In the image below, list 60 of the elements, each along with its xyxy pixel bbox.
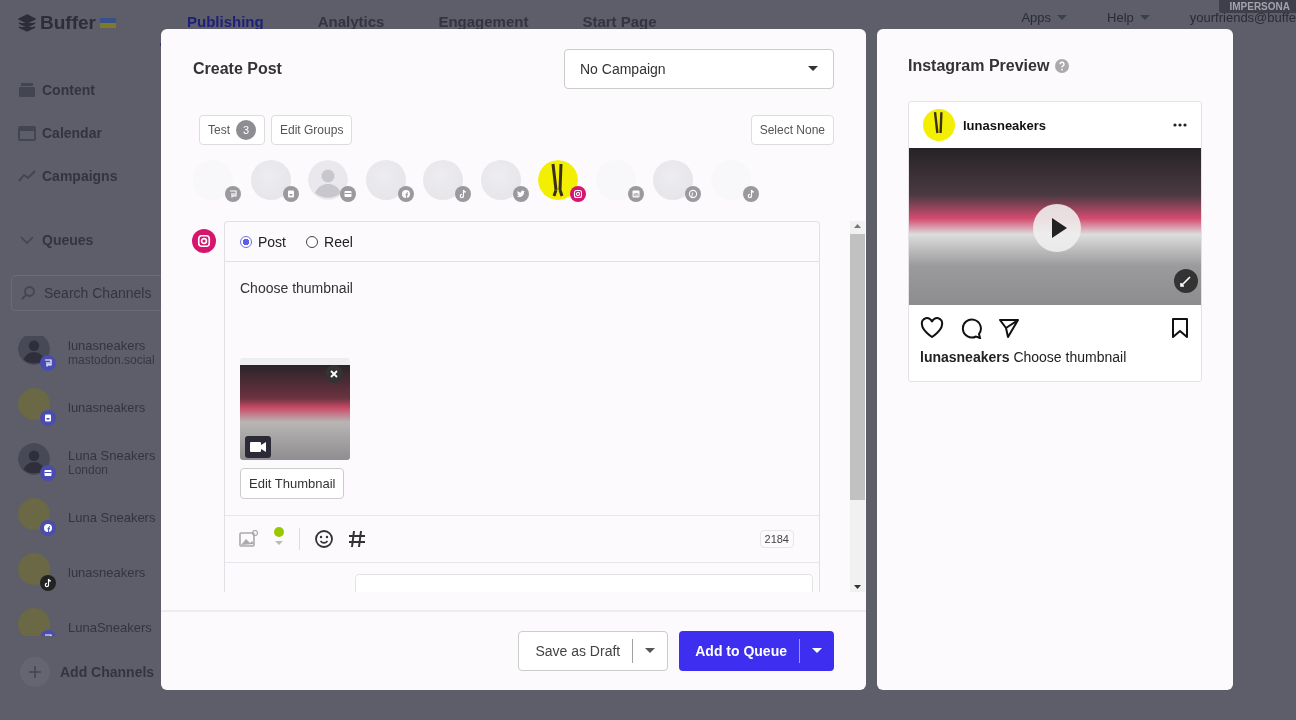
- caret-icon[interactable]: [645, 648, 656, 654]
- bookmark-icon[interactable]: [1171, 317, 1189, 339]
- scrollbar[interactable]: [850, 221, 865, 592]
- facebook-icon: [397, 186, 414, 202]
- edit-thumbnail-button[interactable]: Edit Thumbnail: [240, 468, 345, 499]
- more-icon[interactable]: [1173, 123, 1187, 127]
- pinterest-icon: [685, 186, 701, 202]
- campaign-dropdown[interactable]: No Campaign: [564, 49, 834, 89]
- tiktok-icon: [40, 575, 56, 591]
- image-icon[interactable]: [239, 530, 259, 548]
- send-icon[interactable]: [998, 317, 1020, 339]
- twitter-icon: [512, 186, 529, 202]
- radio-icon[interactable]: [240, 235, 252, 248]
- stacked-layers-icon: [18, 14, 36, 32]
- flag-icon: [99, 18, 116, 28]
- post-type-radio[interactable]: Reel: [306, 233, 353, 250]
- play-icon[interactable]: [1033, 204, 1081, 252]
- caret-icon[interactable]: [812, 648, 822, 654]
- character-count: 2184: [759, 530, 794, 548]
- facebook-icon: [40, 520, 56, 536]
- instagram-icon: [192, 229, 216, 253]
- post-text[interactable]: Choose thumbnail: [240, 280, 804, 296]
- impersonation-badge: IMPERSONA: [1219, 0, 1296, 13]
- group-chip[interactable]: Test 3: [199, 115, 265, 145]
- emoji-icon[interactable]: [314, 529, 334, 549]
- add-to-queue-button[interactable]: Add to Queue: [679, 631, 834, 671]
- video-camera-icon: [245, 436, 271, 458]
- channel-avatar[interactable]: [538, 160, 586, 202]
- tiktok-icon: [455, 186, 471, 202]
- caret-icon: [808, 66, 818, 72]
- edit-groups-button[interactable]: Edit Groups: [271, 115, 353, 145]
- mastodon-icon: [40, 355, 56, 371]
- trend-icon: [18, 167, 36, 184]
- comment-icon[interactable]: [960, 317, 982, 339]
- dialog-title: Create Post: [193, 60, 282, 78]
- count-badge: 3: [236, 120, 256, 140]
- startpage-icon: [40, 410, 56, 426]
- hashtag-icon[interactable]: [348, 530, 366, 548]
- photo-placeholder: [538, 160, 578, 200]
- select-none-button[interactable]: Select None: [750, 115, 834, 145]
- tiktok-icon: [742, 186, 759, 202]
- mastodon-icon: [225, 186, 241, 202]
- panel-title: Instagram Preview: [908, 57, 1050, 75]
- linkedin-icon: [627, 186, 644, 202]
- tray-icon: [18, 81, 36, 98]
- radio-icon[interactable]: [306, 235, 318, 248]
- close-icon[interactable]: [325, 365, 343, 383]
- calendar-icon: [18, 124, 36, 141]
- post-caption: lunasneakers Choose thumbnail: [920, 349, 1128, 365]
- photo-placeholder: [923, 109, 955, 141]
- gbp-icon: [340, 186, 356, 202]
- instagram-icon: [570, 186, 586, 202]
- username: lunasneakers: [963, 117, 1048, 133]
- gbp-icon: [40, 465, 56, 481]
- post-type-radio[interactable]: Post: [240, 233, 286, 250]
- startpage-icon: [282, 186, 299, 202]
- heart-icon[interactable]: [920, 317, 944, 339]
- help-icon[interactable]: [1055, 59, 1070, 73]
- search-icon: [20, 285, 36, 301]
- save-as-draft-button[interactable]: Save as Draft: [518, 631, 669, 671]
